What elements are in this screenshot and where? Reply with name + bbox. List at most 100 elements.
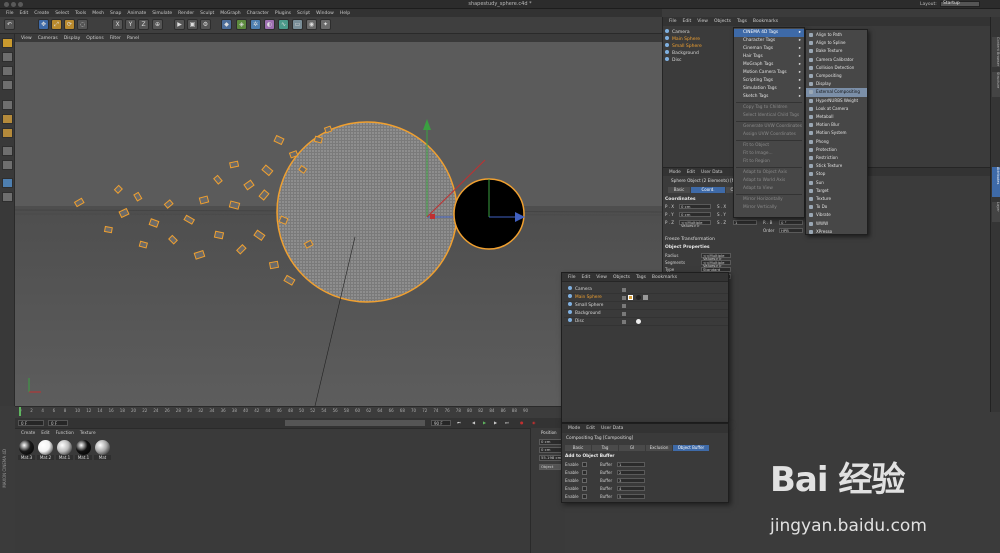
tags-menu-item[interactable]: Hair Tags ▸ xyxy=(734,53,804,61)
world-coordinates-icon[interactable]: ⊕ xyxy=(152,19,163,30)
record-icon[interactable]: ● xyxy=(518,420,528,426)
buffer-number-field[interactable]: 2 xyxy=(617,470,645,475)
tags-menu-item[interactable]: CINEMA 4D Tags ▸ xyxy=(734,29,804,37)
c4d-tag-item[interactable]: Camera Calibrator xyxy=(806,56,867,64)
tab-basic[interactable]: Basic xyxy=(668,187,690,193)
menu-plugins[interactable]: Plugins xyxy=(275,11,291,16)
material-menu-edit[interactable]: Edit xyxy=(41,431,49,436)
menu-animate[interactable]: Animate xyxy=(127,11,146,16)
c4d-tag-item[interactable]: WWW xyxy=(806,220,867,228)
float-object-menu-view[interactable]: View xyxy=(596,273,607,282)
property-field[interactable]: <<Multiple Values>> xyxy=(701,260,731,267)
next-frame-icon[interactable]: ▶ xyxy=(492,420,502,426)
menu-script[interactable]: Script xyxy=(297,11,310,16)
current-frame-field[interactable]: 0 F xyxy=(18,420,44,426)
tags-menu-item[interactable]: Mirror Horizontally xyxy=(734,196,804,204)
tags-menu-item[interactable]: Generate UVW Coordinates xyxy=(734,123,804,131)
buffer-enable-checkbox[interactable] xyxy=(582,494,587,499)
visibility-icon[interactable] xyxy=(622,312,626,316)
object-row[interactable]: Small Sphere xyxy=(665,43,735,50)
undo-icon[interactable]: ↶ xyxy=(4,19,15,30)
c4d-tag-item[interactable]: Texture xyxy=(806,195,867,203)
float-object-row[interactable]: Background xyxy=(564,310,728,318)
tags-menu-item[interactable]: Assign UVW Coordinates xyxy=(734,131,804,139)
c4d-tag-item[interactable]: Look at Camera xyxy=(806,105,867,113)
c4d-tag-item[interactable]: Restriction xyxy=(806,154,867,162)
visibility-icon[interactable] xyxy=(622,288,626,292)
float-tab[interactable]: Tag xyxy=(592,445,618,451)
float-object-menu-bookmarks[interactable]: Bookmarks xyxy=(652,273,677,282)
visibility-icon[interactable] xyxy=(622,296,626,300)
position-field[interactable]: <<Multiple Values>> xyxy=(679,220,711,227)
object-row[interactable]: Disc xyxy=(665,57,735,64)
viewport-menu-display[interactable]: Display xyxy=(64,36,81,41)
object-menu-tags[interactable]: Tags xyxy=(737,17,747,26)
buffer-number-field[interactable]: 1 xyxy=(617,462,645,467)
c4d-tag-item[interactable]: Vibrate xyxy=(806,211,867,219)
make-editable-icon[interactable] xyxy=(2,38,13,48)
c4d-tag-item[interactable]: External Compositing xyxy=(806,88,867,97)
spline-icon[interactable]: ∿ xyxy=(278,19,289,30)
object-menu-bookmarks[interactable]: Bookmarks xyxy=(753,17,778,26)
menu-render[interactable]: Render xyxy=(178,11,194,16)
render-view-icon[interactable]: ▶ xyxy=(174,19,185,30)
buffer-enable-checkbox[interactable] xyxy=(582,478,587,483)
locked-workplane-icon[interactable] xyxy=(2,192,13,202)
deformer-icon[interactable]: ◐ xyxy=(264,19,275,30)
tags-menu-item[interactable]: Adapt to Object Axis xyxy=(734,169,804,177)
subdivision-surface-icon[interactable]: ◈ xyxy=(236,19,247,30)
material-swatch[interactable]: Mat.2 xyxy=(37,440,54,461)
c4d-tag-item[interactable]: XPresso xyxy=(806,228,867,236)
tab-coord[interactable]: Coord. xyxy=(691,187,725,193)
c4d-tag-item[interactable]: HyperNURBS Weight xyxy=(806,97,867,105)
attribute-menu-user-data[interactable]: User Data xyxy=(701,170,722,175)
enable-axis-icon[interactable] xyxy=(2,146,13,156)
tags-menu-item[interactable]: Simulation Tags ▸ xyxy=(734,85,804,93)
c4d-tag-item[interactable]: Stop xyxy=(806,170,867,178)
visibility-icon[interactable] xyxy=(622,304,626,308)
render-picture-viewer-icon[interactable]: ▣ xyxy=(187,19,198,30)
floor-icon[interactable]: ▭ xyxy=(292,19,303,30)
float-attribute-menu-item[interactable]: User Data xyxy=(601,424,623,433)
c4d-tag-item[interactable]: Metaball xyxy=(806,113,867,121)
axis-y-button[interactable]: Y xyxy=(125,19,136,30)
menu-file[interactable]: File xyxy=(6,11,14,16)
float-tab[interactable]: GI xyxy=(619,445,645,451)
buffer-number-field[interactable]: 3 xyxy=(617,478,645,483)
c4d-tag-item[interactable]: Align to Spline xyxy=(806,39,867,47)
previous-frame-icon[interactable]: ◀ xyxy=(470,420,480,426)
material-swatch[interactable]: Mat xyxy=(94,440,111,461)
menu-help[interactable]: Help xyxy=(340,11,350,16)
main-sphere-object[interactable] xyxy=(276,121,458,303)
menu-sculpt[interactable]: Sculpt xyxy=(200,11,214,16)
attribute-menu-mode[interactable]: Mode xyxy=(669,170,681,175)
tags-menu-item[interactable]: Mirror Vertically xyxy=(734,204,804,212)
float-object-menu-tags[interactable]: Tags xyxy=(636,273,646,282)
tags-menu-item[interactable]: Scripting Tags ▸ xyxy=(734,77,804,85)
viewport-menu-options[interactable]: Options xyxy=(86,36,103,41)
camera-icon[interactable]: ◉ xyxy=(306,19,317,30)
buffer-enable-checkbox[interactable] xyxy=(582,486,587,491)
live-selection-icon[interactable]: ◌ xyxy=(77,19,88,30)
c4d-tag-item[interactable]: Stick Texture xyxy=(806,162,867,170)
object-menu-objects[interactable]: Objects xyxy=(714,17,731,26)
c4d-tag-item[interactable]: Display xyxy=(806,80,867,88)
menu-snap[interactable]: Snap xyxy=(110,11,121,16)
c4d-tag-item[interactable]: Phong xyxy=(806,138,867,146)
buffer-enable-checkbox[interactable] xyxy=(582,462,587,467)
menu-create[interactable]: Create xyxy=(34,11,49,16)
light-icon[interactable]: ✦ xyxy=(320,19,331,30)
small-sphere-object[interactable] xyxy=(453,178,525,250)
object-row[interactable]: Main Sphere xyxy=(665,36,735,43)
menu-select[interactable]: Select xyxy=(55,11,69,16)
workplane-icon[interactable] xyxy=(2,80,13,90)
material-swatch[interactable]: Mat.3 xyxy=(18,440,35,461)
c4d-tag-item[interactable]: Align to Path xyxy=(806,31,867,39)
material-swatch[interactable]: Mat.1 xyxy=(56,440,73,461)
c4d-tag-item[interactable]: Sun xyxy=(806,179,867,187)
tab-layer[interactable]: Layer xyxy=(992,202,1000,222)
tweak-mode-icon[interactable] xyxy=(2,160,13,170)
visibility-icon[interactable] xyxy=(622,320,626,324)
rotate-tool-icon[interactable]: ⟳ xyxy=(64,19,75,30)
menu-character[interactable]: Character xyxy=(247,11,269,16)
